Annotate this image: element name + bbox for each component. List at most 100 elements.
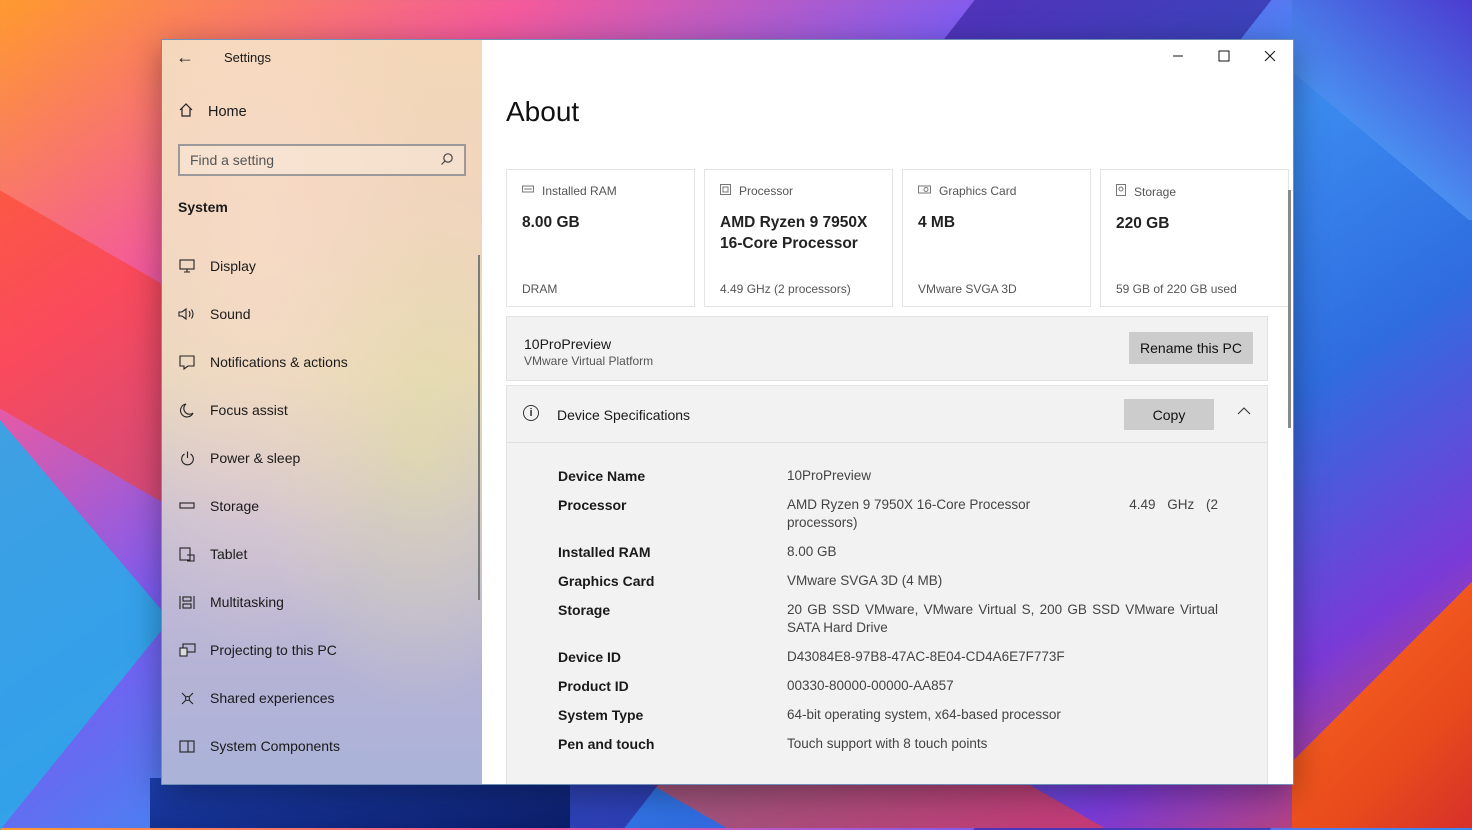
sidebar-item-storage[interactable]: Storage: [178, 482, 348, 530]
projecting-icon: [178, 643, 196, 657]
multitasking-icon: [178, 595, 196, 610]
sidebar-item-display[interactable]: Display: [178, 242, 348, 290]
close-button[interactable]: [1247, 40, 1293, 72]
tablet-icon: [178, 546, 196, 562]
minimize-button[interactable]: [1155, 40, 1201, 72]
spec-value: 8.00 GB: [787, 544, 837, 559]
spec-value-right: 4.49 GHz (2: [1129, 497, 1218, 512]
wallpaper-shape: [150, 778, 570, 828]
sidebar-item-label: Sound: [210, 306, 251, 322]
sidebar-item-shared-experiences[interactable]: Shared experiences: [178, 674, 348, 722]
spec-row: Pen and touch Touch support with 8 touch…: [558, 735, 1218, 753]
sidebar-item-notifications[interactable]: Notifications & actions: [178, 338, 348, 386]
monitor-icon: [178, 259, 196, 273]
sidebar-item-sound[interactable]: Sound: [178, 290, 348, 338]
gpu-icon: [918, 185, 931, 198]
section-heading: System: [178, 199, 228, 215]
sidebar-scrollbar[interactable]: [478, 255, 480, 600]
back-button[interactable]: ←: [162, 40, 208, 74]
back-arrow-icon: ←: [176, 46, 194, 67]
spec-key: Device Name: [558, 468, 646, 484]
spec-key: System Type: [558, 707, 644, 723]
spec-key: Processor: [558, 497, 627, 513]
sidebar-item-label: Storage: [210, 498, 260, 514]
rename-pc-button[interactable]: Rename this PC: [1129, 332, 1253, 364]
spec-key: Device ID: [558, 649, 622, 665]
specs-header[interactable]: i Device Specifications Copy: [507, 386, 1267, 443]
wallpaper-shape: [0, 420, 170, 830]
summary-cards: Installed RAM 8.00 GB DRAM Processor AMD…: [506, 169, 1289, 307]
settings-window: ← Settings Home System Display Sound: [161, 39, 1294, 785]
pc-name-panel: 10ProPreview VMware Virtual Platform Ren…: [506, 316, 1268, 381]
spec-value: 64-bit operating system, x64-based proce…: [787, 707, 1061, 722]
spec-value-continued: processors): [787, 515, 858, 530]
spec-row: Device ID D43084E8-97B8-47AC-8E04-CD4A6E…: [558, 648, 1218, 666]
spec-row: Graphics Card VMware SVGA 3D (4 MB): [558, 572, 1218, 590]
sidebar-item-system-components[interactable]: System Components: [178, 722, 348, 770]
nav-home[interactable]: Home: [178, 102, 247, 122]
search-input[interactable]: [190, 152, 430, 168]
main-scrollbar[interactable]: [1288, 190, 1291, 428]
spec-value: D43084E8-97B8-47AC-8E04-CD4A6E7F773F: [787, 649, 1065, 664]
wallpaper-shape: [1292, 560, 1472, 828]
disk-icon: [1116, 184, 1126, 199]
spec-value: AMD Ryzen 9 7950X 16-Core Processor: [787, 497, 1031, 512]
card-value: AMD Ryzen 9 7950X 16-Core Processor: [720, 214, 868, 252]
components-icon: [178, 739, 196, 753]
card-subtext: 4.49 GHz (2 processors): [720, 282, 851, 296]
sidebar-item-label: System Components: [210, 738, 340, 754]
spec-row: Product ID 00330-80000-00000-AA857: [558, 677, 1218, 695]
sidebar-item-label: Shared experiences: [210, 690, 335, 706]
sidebar-item-label: Notifications & actions: [210, 354, 348, 370]
spec-value-wrap: AMD Ryzen 9 7950X 16-Core Processor 4.49…: [787, 496, 1218, 532]
window-controls: [1155, 40, 1293, 72]
sidebar-item-tablet[interactable]: Tablet: [178, 530, 348, 578]
spec-value: 00330-80000-00000-AA857: [787, 678, 954, 693]
spec-value: 10ProPreview: [787, 468, 872, 483]
maximize-button[interactable]: [1201, 40, 1247, 72]
spec-row: Installed RAM 8.00 GB: [558, 543, 1218, 561]
sidebar: ← Settings Home System Display Sound: [162, 40, 482, 784]
wallpaper-shape: [1292, 0, 1472, 220]
notification-icon: [178, 354, 196, 370]
card-subtext: VMware SVGA 3D: [918, 282, 1017, 296]
card-subtext: 59 GB of 220 GB used: [1116, 282, 1237, 296]
card-value: 4 MB: [918, 214, 956, 231]
cpu-icon: [720, 184, 731, 198]
home-icon: [178, 102, 194, 122]
title-bar: ← Settings: [162, 40, 482, 74]
card-installed-ram: Installed RAM 8.00 GB DRAM: [506, 169, 695, 307]
copy-button[interactable]: Copy: [1124, 399, 1214, 430]
device-specifications-panel: i Device Specifications Copy Device Name…: [506, 385, 1268, 784]
sidebar-item-label: Projecting to this PC: [210, 642, 337, 658]
card-subtext: DRAM: [522, 282, 558, 296]
spec-row: Device Name 10ProPreview: [558, 467, 1218, 485]
sidebar-item-label: Display: [210, 258, 256, 274]
spec-value: VMware SVGA 3D (4 MB): [787, 573, 943, 588]
info-icon: i: [523, 405, 539, 421]
sidebar-item-focus-assist[interactable]: Focus assist: [178, 386, 348, 434]
sidebar-item-label: Power & sleep: [210, 450, 301, 466]
pc-platform: VMware Virtual Platform: [524, 354, 654, 368]
card-value: 8.00 GB: [522, 214, 580, 231]
spec-value: 20 GB SSD VMware, VMware Virtual S, 200 …: [787, 602, 1218, 635]
spec-key: Pen and touch: [558, 736, 655, 752]
power-icon: [178, 451, 196, 466]
card-label: Graphics Card: [939, 184, 1017, 198]
page-title: About: [506, 96, 580, 127]
chevron-up-icon[interactable]: [1237, 402, 1251, 418]
card-graphics-card: Graphics Card 4 MB VMware SVGA 3D: [902, 169, 1091, 307]
sidebar-item-projecting[interactable]: Projecting to this PC: [178, 626, 348, 674]
spec-key: Storage: [558, 602, 611, 618]
card-label: Processor: [739, 184, 794, 198]
search-icon[interactable]: [440, 152, 454, 169]
spec-rows: Device Name 10ProPreview Processor AMD R…: [558, 467, 1218, 764]
sidebar-item-power-sleep[interactable]: Power & sleep: [178, 434, 348, 482]
search-box[interactable]: [178, 144, 466, 176]
card-label: Storage: [1134, 184, 1177, 199]
sidebar-item-multitasking[interactable]: Multitasking: [178, 578, 348, 626]
card-storage: Storage 220 GB 59 GB of 220 GB used: [1100, 169, 1289, 307]
spec-row: System Type 64-bit operating system, x64…: [558, 706, 1218, 724]
pc-name: 10ProPreview: [524, 336, 612, 352]
card-value: 220 GB: [1116, 215, 1170, 232]
